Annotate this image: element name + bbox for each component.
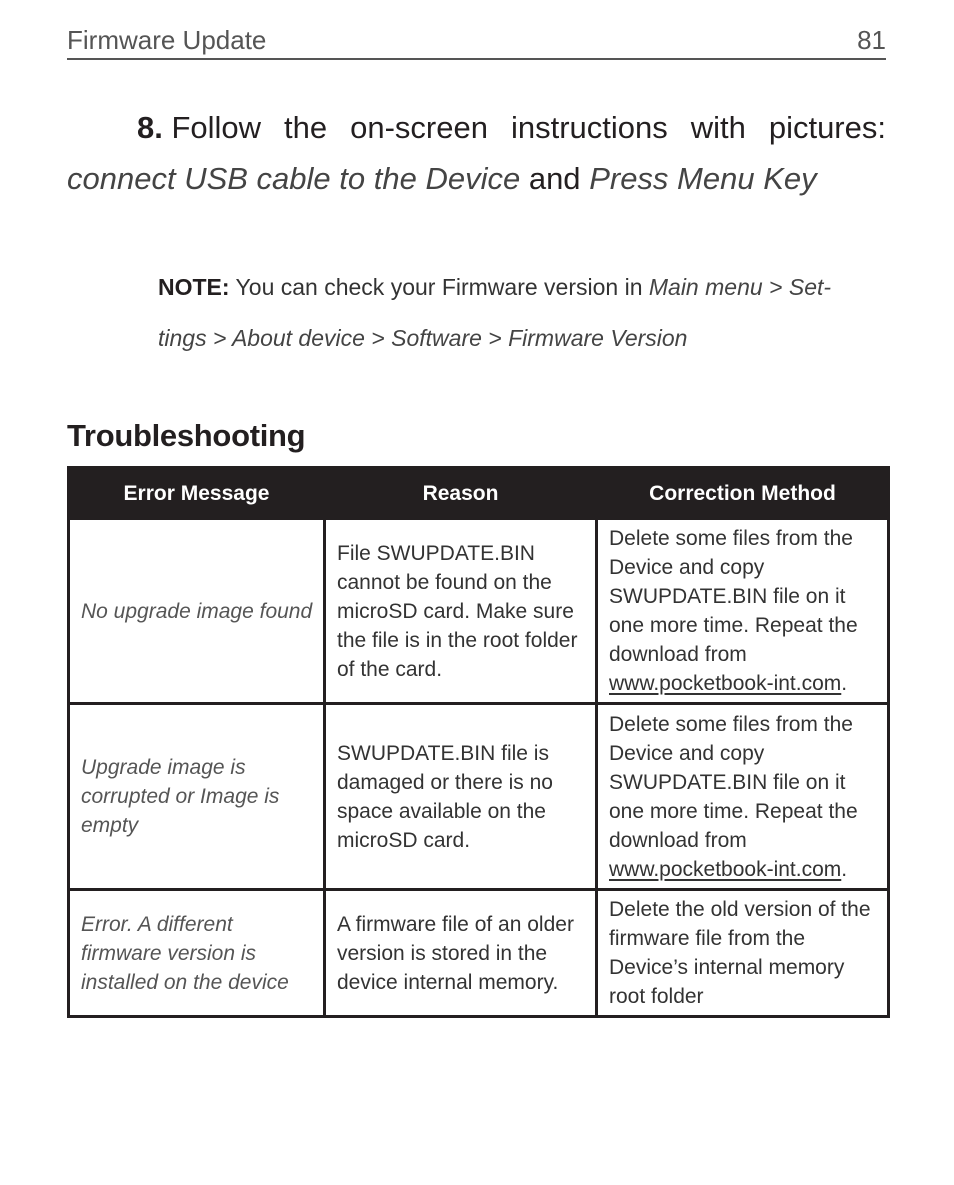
correction-text: Delete some files from the Device and co… xyxy=(609,712,858,852)
step-line-1: 8. Follow the on-screen instructions wit… xyxy=(67,102,886,153)
correction-cell: Delete some files from the Device and co… xyxy=(595,517,890,705)
step-word: on-screen xyxy=(350,110,488,145)
reason-cell: File SWUPDATE.BIN cannot be found on the… xyxy=(323,517,598,705)
step-word: pictures: xyxy=(768,110,886,145)
error-message-cell: Upgrade image is corrupted or Image is e… xyxy=(67,702,326,891)
column-header-correction-method: Correction Method xyxy=(595,466,890,520)
correction-suffix: . xyxy=(841,672,848,695)
instruction-connect-usb: connect USB cable to the Device xyxy=(67,161,521,196)
error-message-cell: Error. A different firmware version is i… xyxy=(67,888,326,1018)
instruction-press-menu: Press Menu Key xyxy=(589,161,817,196)
correction-cell: Delete the old version of the firmware f… xyxy=(595,888,890,1018)
table-row: Upgrade image is corrupted or Image is e… xyxy=(67,702,890,891)
header-section-title: Firmware Update xyxy=(67,25,267,55)
table-header-row: Error Message Reason Correction Method xyxy=(67,466,890,520)
correction-cell: Delete some files from the Device and co… xyxy=(595,702,890,891)
step-number: 8. xyxy=(137,110,163,145)
troubleshooting-table: Error Message Reason Correction Method N… xyxy=(67,466,890,1018)
note-text: You can check your Firmware version in xyxy=(235,274,643,300)
note-paragraph: NOTE: You can check your Firmware versio… xyxy=(158,262,888,364)
reason-cell: A firmware file of an older version is s… xyxy=(323,888,598,1018)
correction-text: Delete some files from the Device and co… xyxy=(609,527,858,666)
step-word: Follow xyxy=(171,110,262,145)
correction-suffix: . xyxy=(841,857,848,881)
pocketbook-link[interactable]: www.pocketbook-int.com xyxy=(609,672,841,695)
pocketbook-link[interactable]: www.pocketbook-int.com xyxy=(609,858,841,881)
note-label: NOTE: xyxy=(158,274,230,300)
correction-text: Delete the old version of the firmware f… xyxy=(609,898,871,1008)
step-8: 8. Follow the on-screen instructions wit… xyxy=(67,102,886,204)
table-row: No upgrade image found File SWUPDATE.BIN… xyxy=(67,517,890,705)
running-header: Firmware Update 81 xyxy=(67,22,886,60)
step-line-2: connect USB cable to the Device and Pres… xyxy=(67,153,886,204)
page-number: 81 xyxy=(857,25,886,55)
troubleshooting-heading: Troubleshooting xyxy=(67,418,306,453)
step-word: the xyxy=(284,110,328,145)
error-message-cell: No upgrade image found xyxy=(67,517,326,705)
step-word: with xyxy=(690,110,746,145)
step-word: instructions xyxy=(510,110,668,145)
table-row: Error. A different firmware version is i… xyxy=(67,888,890,1018)
reason-cell: SWUPDATE.BIN file is damaged or there is… xyxy=(323,702,598,891)
step-joiner: and xyxy=(528,161,581,196)
column-header-reason: Reason xyxy=(323,466,598,520)
column-header-error-message: Error Message xyxy=(67,466,326,520)
note-path-1: Main menu > Set- xyxy=(648,274,832,300)
note-path-2: tings > About device > Software > Firmwa… xyxy=(158,325,688,351)
